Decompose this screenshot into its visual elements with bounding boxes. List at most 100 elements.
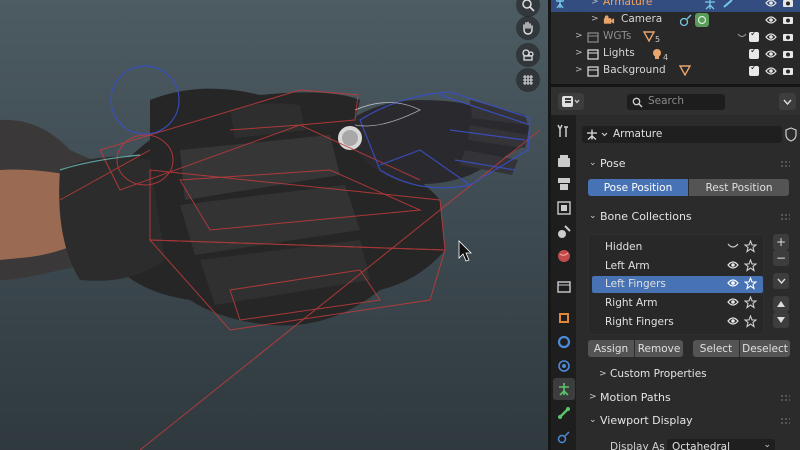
panel-title: Pose (600, 157, 626, 170)
select-button[interactable]: Select (693, 340, 739, 357)
list-item[interactable]: Left Arm (592, 258, 763, 275)
modifiers-icon[interactable] (553, 331, 575, 353)
chevron-right-icon[interactable]: > (575, 48, 583, 58)
outliner-row-armature[interactable]: > Armature (551, 0, 800, 12)
eye-icon[interactable] (765, 0, 777, 8)
outliner-row-background[interactable]: > Background (551, 63, 800, 80)
exclude-checkbox[interactable] (749, 63, 759, 76)
bone-constraint-icon[interactable] (553, 426, 575, 448)
render-camera-icon[interactable] (782, 49, 794, 59)
panel-pose-header[interactable]: ⌄ Pose (582, 154, 794, 174)
outliner-row-wgts[interactable]: > WGTs 5 (551, 29, 800, 46)
editor-type-button[interactable] (558, 93, 584, 110)
collection-icon[interactable] (553, 276, 575, 298)
remove-button[interactable]: Remove (635, 340, 683, 357)
remove-collection-button[interactable]: − (773, 250, 789, 266)
add-collection-button[interactable]: + (773, 234, 789, 250)
hand-pan-icon[interactable] (516, 16, 540, 40)
assign-button[interactable]: Assign (588, 340, 634, 357)
outliner-row-camera[interactable]: > Camera (551, 12, 800, 29)
particles-icon[interactable] (553, 355, 575, 377)
drag-grip-icon[interactable] (780, 417, 790, 425)
exclude-checkbox[interactable] (749, 29, 759, 42)
outliner-label: Camera (621, 13, 663, 25)
render-camera-icon[interactable] (782, 15, 794, 25)
constraint-icon (679, 14, 692, 27)
3d-viewport[interactable] (0, 0, 548, 450)
properties-content: Armature ⌄ Pose Pose Position Rest Posit… (576, 115, 800, 450)
star-icon[interactable] (744, 240, 757, 253)
render-icon[interactable] (553, 150, 575, 172)
deselect-button[interactable]: Deselect (740, 340, 790, 357)
rest-position-button[interactable]: Rest Position (689, 179, 789, 196)
eye-icon[interactable] (765, 49, 777, 59)
drag-grip-icon[interactable] (780, 394, 790, 402)
panel-bone-collections-header[interactable]: ⌄ Bone Collections (582, 207, 794, 227)
output-icon[interactable] (553, 173, 575, 195)
eye-icon[interactable] (765, 32, 777, 42)
fake-user-shield-icon[interactable] (784, 126, 798, 143)
context-name: Armature (613, 128, 663, 140)
star-icon[interactable] (744, 259, 757, 272)
eye-closed-icon[interactable] (737, 33, 747, 39)
chevron-right-icon[interactable]: > (591, 14, 599, 24)
move-down-button[interactable] (773, 312, 789, 328)
object-icon[interactable] (553, 307, 575, 329)
eye-icon[interactable] (765, 66, 777, 76)
grid-ortho-icon[interactable] (516, 68, 540, 92)
camera-view-icon[interactable] (516, 43, 540, 67)
tool-icon[interactable] (553, 120, 575, 142)
move-up-button[interactable] (773, 296, 789, 312)
drag-grip-icon[interactable] (780, 160, 790, 168)
chevron-down-icon: ⌄ (589, 158, 597, 168)
outliner-label: Lights (603, 47, 635, 59)
child-count: 5 (655, 35, 661, 44)
panel-custom-properties-header[interactable]: > Custom Properties (592, 365, 792, 385)
bone-collection-name: Right Arm (605, 297, 658, 309)
list-item[interactable]: Hidden (592, 239, 763, 256)
star-icon[interactable] (744, 277, 757, 290)
eye-closed-icon[interactable] (727, 241, 739, 251)
scene-icon[interactable] (553, 221, 575, 243)
collection-icon (587, 66, 599, 77)
context-breadcrumb[interactable]: Armature (582, 126, 782, 143)
options-dropdown[interactable] (779, 93, 796, 110)
star-icon[interactable] (744, 296, 757, 309)
panel-motion-paths-header[interactable]: > Motion Paths (582, 388, 794, 408)
eye-icon[interactable] (727, 278, 739, 288)
render-camera-icon[interactable] (782, 32, 794, 42)
search-input[interactable]: Search (627, 94, 725, 110)
eye-icon[interactable] (727, 316, 739, 326)
bone-icon[interactable] (553, 402, 575, 424)
pose-position-button[interactable]: Pose Position (588, 179, 688, 196)
eye-icon[interactable] (727, 297, 739, 307)
bone-collection-name: Left Fingers (605, 278, 666, 290)
star-icon[interactable] (744, 315, 757, 328)
list-item[interactable]: Right Fingers (592, 314, 763, 331)
bone-collections-list: Hidden Left Arm Left Fingers Right Arm R… (588, 234, 764, 335)
list-item-active[interactable]: Left Fingers (592, 276, 763, 293)
eye-icon[interactable] (765, 15, 777, 25)
panel-viewport-display-header[interactable]: ⌄ Viewport Display (582, 411, 794, 431)
specials-dropdown[interactable] (773, 273, 789, 289)
chevron-right-icon[interactable]: > (575, 31, 583, 41)
outliner-label: Armature (603, 0, 653, 8)
chevron-right-icon[interactable]: > (591, 0, 599, 7)
properties-tabs (551, 115, 576, 450)
child-count: 4 (663, 53, 669, 62)
search-placeholder: Search (648, 95, 685, 107)
eye-icon[interactable] (727, 260, 739, 270)
list-item[interactable]: Right Arm (592, 295, 763, 312)
pose-mode-icon (705, 0, 715, 10)
render-camera-icon[interactable] (782, 0, 794, 8)
outliner-row-lights[interactable]: > Lights 4 (551, 46, 800, 63)
armature-data-icon[interactable] (553, 378, 575, 400)
view-layer-icon[interactable] (553, 197, 575, 219)
drag-grip-icon[interactable] (780, 213, 790, 221)
world-icon[interactable] (553, 245, 575, 267)
chevron-right-icon[interactable]: > (575, 65, 583, 75)
collection-icon (587, 32, 599, 43)
exclude-checkbox[interactable] (749, 46, 759, 59)
display-as-dropdown[interactable]: Octahedral ⌄ (667, 439, 775, 450)
render-camera-icon[interactable] (782, 66, 794, 76)
